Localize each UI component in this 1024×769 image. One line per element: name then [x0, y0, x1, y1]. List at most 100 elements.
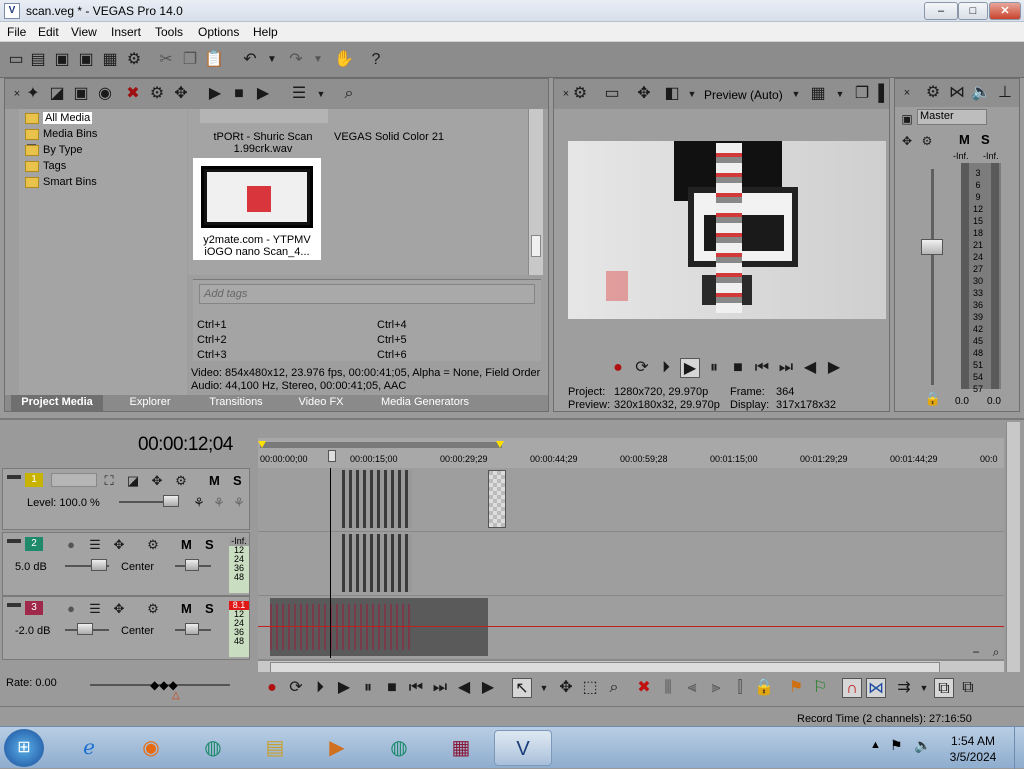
trim-start-icon[interactable]: ⫷ [682, 678, 702, 698]
volume-muted-icon[interactable]: 🔈 [914, 737, 931, 754]
invert-phase-icon[interactable]: ☰ [85, 535, 105, 555]
overlays-dropdown-icon[interactable]: ▼ [830, 84, 850, 104]
previous-frame-icon[interactable]: ◀ [800, 358, 820, 378]
pause-icon[interactable]: ⏸ [358, 678, 378, 698]
tree-item-smart-bins[interactable]: Smart Bins [25, 176, 97, 192]
media-scrollbar[interactable] [528, 109, 543, 275]
redo-icon[interactable]: ↷ [286, 50, 306, 70]
split-screen-icon[interactable]: ✥ [634, 84, 654, 104]
preview-quality-arrow-icon[interactable]: ▼ [786, 84, 806, 104]
stop-icon[interactable]: ■ [382, 678, 402, 698]
audio-event[interactable] [342, 534, 412, 592]
pan-slider[interactable] [185, 623, 199, 635]
track-name-field[interactable] [51, 473, 97, 487]
render-icon[interactable]: ▦ [100, 50, 120, 70]
zoom-tool-icon[interactable]: ⌕ [604, 678, 624, 698]
go-to-start-icon[interactable]: ⏮ [752, 358, 772, 378]
media-player-icon[interactable]: ▶ [308, 730, 366, 766]
previous-frame-icon[interactable]: ◀ [454, 678, 474, 698]
copy-icon[interactable]: ❐ [180, 50, 200, 70]
track-area-video-1[interactable] [258, 468, 1004, 532]
loop-playback-icon[interactable]: ⟳ [632, 358, 652, 378]
stop-icon[interactable]: ■ [728, 358, 748, 378]
show-desktop-button[interactable] [1014, 727, 1024, 769]
loop-start-marker[interactable] [258, 441, 266, 448]
help-icon[interactable]: ? [366, 50, 386, 70]
tree-item-all-media[interactable]: All Media [25, 112, 93, 128]
track-area-audio-3[interactable] [258, 596, 1004, 660]
tab-transitions[interactable]: Transitions [195, 395, 277, 411]
file-explorer-icon[interactable]: ▤ [246, 730, 304, 766]
split-icon[interactable]: ⫿ [730, 678, 750, 698]
close-panel-icon[interactable]: × [897, 83, 917, 103]
loop-region-bar[interactable] [260, 442, 502, 448]
selection-tool-icon[interactable]: ⬚ [580, 678, 600, 698]
video-fx-icon[interactable]: ◧ [662, 84, 682, 104]
arm-record-icon[interactable]: ● [61, 599, 81, 619]
fx-dropdown-icon[interactable]: ▼ [682, 84, 702, 104]
capture-video-icon[interactable]: ◪ [47, 84, 67, 104]
track-header-video-1[interactable]: 1 ⛶ ◪ ✥ ⚙ M S Level: 100.0 % ⚘ ⚘ ⚘ [2, 468, 250, 530]
solo-button[interactable]: S [233, 473, 242, 488]
messenger-icon[interactable]: ◍ [370, 730, 428, 766]
track-settings-gear-icon[interactable]: ⚙ [143, 599, 163, 619]
cut-icon[interactable]: ✂ [156, 50, 176, 70]
ripple-dropdown-icon[interactable]: ▼ [914, 678, 934, 698]
media-item-audio[interactable]: tPORt - Shuric Scan 1.99crk.wav [208, 131, 318, 155]
menu-insert[interactable]: Insert [111, 25, 141, 39]
solo-button[interactable]: S [205, 601, 214, 616]
auto-crossfade-icon[interactable]: ⋈ [866, 678, 886, 698]
bypass-motion-blur-icon[interactable]: ✥ [147, 471, 167, 491]
track-fx-icon[interactable]: ✥ [109, 599, 129, 619]
solid-color-event[interactable] [488, 470, 506, 528]
level-slider[interactable] [163, 495, 179, 507]
normal-edit-tool-icon[interactable]: ↖ [512, 678, 532, 698]
mute-button[interactable]: M [181, 601, 192, 616]
insert-marker-icon[interactable]: ⚑ [786, 678, 806, 698]
pause-icon[interactable]: ⏸ [704, 358, 724, 378]
video-preview-screen[interactable] [568, 141, 886, 319]
mute-button[interactable]: M [181, 537, 192, 552]
get-media-icon[interactable]: ▣ [71, 84, 91, 104]
menu-options[interactable]: Options [198, 25, 239, 39]
views-dropdown-icon[interactable]: ▼ [311, 84, 331, 104]
start-button[interactable]: ⊞ [4, 729, 44, 767]
web-media-icon[interactable]: ◉ [95, 84, 115, 104]
lock-envelopes-icon[interactable]: ⧉ [934, 678, 954, 698]
insert-region-icon[interactable]: ⚐ [810, 678, 830, 698]
maximize-button[interactable]: □ [958, 2, 988, 20]
master-settings-gear-icon[interactable]: ⚙ [923, 83, 943, 103]
media-item-video[interactable]: y2mate.com - YTPMV iOGO nano Scan_4... [193, 158, 321, 260]
views-icon[interactable]: ☰ [289, 84, 309, 104]
trim-end-icon[interactable]: ⫸ [706, 678, 726, 698]
volume-slider[interactable] [77, 623, 93, 635]
mixer-icon[interactable]: ⊥ [995, 83, 1015, 103]
audio-event[interactable] [270, 598, 488, 656]
playhead-marker[interactable] [328, 450, 336, 462]
preview-settings-gear-icon[interactable]: ⚙ [570, 84, 590, 104]
snapping-icon[interactable]: ∩ [842, 678, 862, 698]
menu-edit[interactable]: Edit [38, 25, 59, 39]
save-icon[interactable]: ▣ [52, 50, 72, 70]
undo-dropdown-icon[interactable]: ▼ [262, 50, 282, 70]
whats-this-help-icon[interactable]: ✋ [334, 50, 354, 70]
tab-video-fx[interactable]: Video FX [281, 395, 361, 411]
search-icon[interactable]: ⌕ [339, 84, 359, 104]
firefox-icon[interactable]: ◉ [122, 730, 180, 766]
loop-end-marker[interactable] [496, 441, 504, 448]
edit-tool-dropdown-icon[interactable]: ▼ [534, 678, 554, 698]
remove-media-icon[interactable]: ✖ [123, 84, 143, 104]
solo-button[interactable]: S [205, 537, 214, 552]
open-icon[interactable]: ▤ [28, 50, 48, 70]
video-event[interactable] [342, 470, 412, 528]
track-motion-icon[interactable]: ⛶ [99, 471, 119, 491]
timeline-vertical-scrollbar[interactable] [1006, 422, 1020, 674]
tab-media-generators[interactable]: Media Generators [365, 395, 485, 411]
undo-icon[interactable]: ↶ [240, 50, 260, 70]
delete-icon[interactable]: ✖ [634, 678, 654, 698]
copy-snapshot-icon[interactable]: ❐ [852, 84, 872, 104]
system-clock[interactable]: 1:54 AM 3/5/2024 [948, 733, 998, 765]
loop-playback-icon[interactable]: ⟳ [286, 678, 306, 698]
downmix-icon[interactable]: ⋈ [947, 83, 967, 103]
master-mute-button[interactable]: M [959, 132, 970, 147]
